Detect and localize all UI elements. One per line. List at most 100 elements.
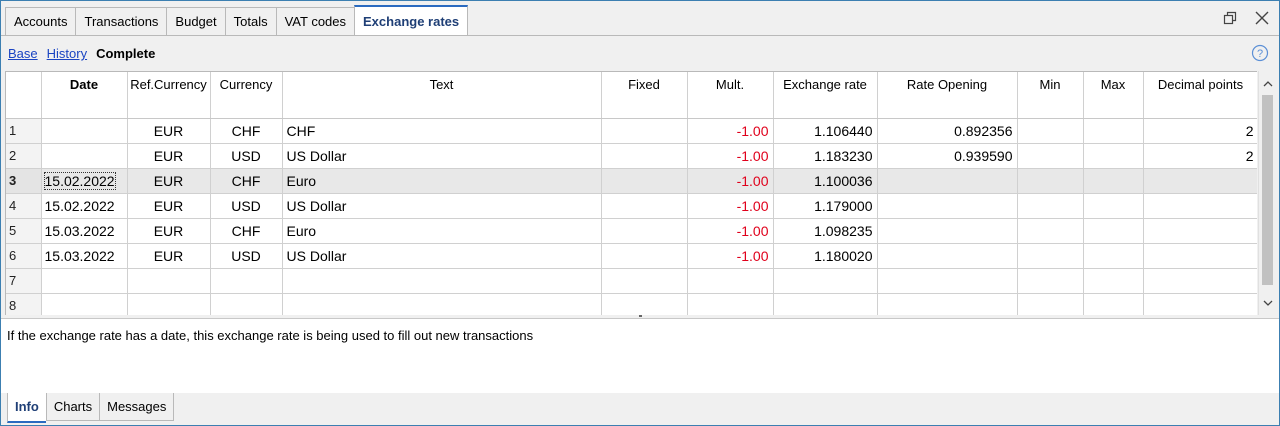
scroll-down-icon[interactable] — [1259, 294, 1276, 311]
column-header-fixed[interactable]: Fixed — [601, 72, 688, 119]
decimal-points-cell[interactable] — [1143, 293, 1257, 315]
question-circle-icon[interactable]: ? — [1251, 44, 1269, 62]
rate-opening-cell[interactable] — [877, 168, 1018, 194]
decimal-points-cell[interactable] — [1143, 218, 1257, 244]
column-header-date[interactable]: Date — [41, 72, 128, 119]
decimal-points-cell[interactable] — [1143, 268, 1257, 294]
splitter-handle[interactable] — [639, 315, 642, 317]
table-row[interactable]: 5 15.03.2022 EUR CHF Euro -1.00 1.098235 — [6, 218, 1257, 244]
fixed-cell[interactable] — [601, 293, 688, 315]
date-cell[interactable] — [41, 293, 128, 315]
text-cell[interactable] — [282, 268, 602, 294]
table-row[interactable]: 7 — [6, 268, 1257, 294]
column-header-max[interactable]: Max — [1083, 72, 1144, 119]
table-row[interactable]: 8 — [6, 293, 1257, 315]
view-base-link[interactable]: Base — [8, 46, 38, 61]
currency-cell[interactable] — [210, 293, 283, 315]
currency-cell[interactable]: USD — [210, 193, 283, 219]
date-cell[interactable]: 15.03.2022 — [41, 218, 128, 244]
decimal-points-cell[interactable]: 2 — [1143, 118, 1257, 144]
ref-currency-cell[interactable]: EUR — [127, 193, 211, 219]
column-header-min[interactable]: Min — [1017, 72, 1084, 119]
rate-opening-cell[interactable] — [877, 193, 1018, 219]
max-cell[interactable] — [1083, 243, 1144, 269]
max-cell[interactable] — [1083, 218, 1144, 244]
mult-cell[interactable]: -1.00 — [687, 218, 774, 244]
max-cell[interactable] — [1083, 193, 1144, 219]
currency-cell[interactable]: USD — [210, 243, 283, 269]
view-complete-current[interactable]: Complete — [96, 46, 155, 61]
scroll-up-icon[interactable] — [1259, 75, 1276, 92]
text-cell[interactable] — [282, 293, 602, 315]
min-cell[interactable] — [1017, 118, 1084, 144]
tab-vat-codes[interactable]: VAT codes — [275, 7, 355, 35]
rate-opening-cell[interactable] — [877, 268, 1018, 294]
table-row[interactable]: 1 EUR CHF CHF -1.00 1.106440 0.892356 2 — [6, 118, 1257, 144]
ref-currency-cell[interactable]: EUR — [127, 118, 211, 144]
mult-cell[interactable]: -1.00 — [687, 168, 774, 194]
min-cell[interactable] — [1017, 268, 1084, 294]
bottom-tab-charts[interactable]: Charts — [45, 393, 100, 421]
restore-icon[interactable] — [1221, 9, 1239, 27]
column-header-decimal-points[interactable]: Decimal points — [1143, 72, 1257, 119]
tab-totals[interactable]: Totals — [224, 7, 276, 35]
mult-cell[interactable]: -1.00 — [687, 243, 774, 269]
fixed-cell[interactable] — [601, 193, 688, 219]
exchange-rate-cell[interactable]: 1.100036 — [773, 168, 878, 194]
currency-cell[interactable]: CHF — [210, 168, 283, 194]
rate-opening-cell[interactable] — [877, 293, 1018, 315]
currency-cell[interactable] — [210, 268, 283, 294]
tab-budget[interactable]: Budget — [166, 7, 225, 35]
min-cell[interactable] — [1017, 293, 1084, 315]
min-cell[interactable] — [1017, 143, 1084, 169]
decimal-points-cell[interactable] — [1143, 168, 1257, 194]
ref-currency-cell[interactable]: EUR — [127, 218, 211, 244]
fixed-cell[interactable] — [601, 118, 688, 144]
tab-accounts[interactable]: Accounts — [5, 7, 76, 35]
exchange-rate-cell[interactable] — [773, 268, 878, 294]
mult-cell[interactable] — [687, 268, 774, 294]
column-header-currency[interactable]: Currency — [210, 72, 283, 119]
min-cell[interactable] — [1017, 243, 1084, 269]
table-row[interactable]: 4 15.02.2022 EUR USD US Dollar -1.00 1.179000 — [6, 193, 1257, 219]
fixed-cell[interactable] — [601, 143, 688, 169]
date-cell[interactable]: 15.02.2022 — [41, 193, 128, 219]
exchange-rate-cell[interactable]: 1.098235 — [773, 218, 878, 244]
currency-cell[interactable]: CHF — [210, 118, 283, 144]
mult-cell[interactable]: -1.00 — [687, 118, 774, 144]
text-cell[interactable]: Euro — [282, 168, 602, 194]
bottom-tab-info[interactable]: Info — [7, 393, 46, 423]
date-cell[interactable]: 15.03.2022 — [41, 243, 128, 269]
vertical-scrollbar[interactable] — [1258, 71, 1275, 315]
max-cell[interactable] — [1083, 268, 1144, 294]
table-row[interactable]: 6 15.03.2022 EUR USD US Dollar -1.00 1.180020 — [6, 243, 1257, 269]
min-cell[interactable] — [1017, 218, 1084, 244]
mult-cell[interactable]: -1.00 — [687, 143, 774, 169]
column-header-ref-currency[interactable]: Ref.Currency — [127, 72, 211, 119]
tab-transactions[interactable]: Transactions — [75, 7, 167, 35]
text-cell[interactable]: US Dollar — [282, 243, 602, 269]
ref-currency-cell[interactable]: EUR — [127, 143, 211, 169]
tab-exchange-rates[interactable]: Exchange rates — [354, 5, 469, 35]
column-header-exchange-rate[interactable]: Exchange rate — [773, 72, 878, 119]
exchange-rate-cell[interactable]: 1.179000 — [773, 193, 878, 219]
mult-cell[interactable]: -1.00 — [687, 193, 774, 219]
text-cell[interactable]: US Dollar — [282, 143, 602, 169]
max-cell[interactable] — [1083, 168, 1144, 194]
bottom-tab-messages[interactable]: Messages — [99, 393, 175, 421]
text-cell[interactable]: Euro — [282, 218, 602, 244]
exchange-rate-cell[interactable]: 1.106440 — [773, 118, 878, 144]
rate-opening-cell[interactable]: 0.892356 — [877, 118, 1018, 144]
table-row[interactable]: 3 15.02.2022 EUR CHF Euro -1.00 1.100036 — [6, 168, 1257, 194]
mult-cell[interactable] — [687, 293, 774, 315]
max-cell[interactable] — [1083, 293, 1144, 315]
exchange-rate-cell[interactable]: 1.180020 — [773, 243, 878, 269]
max-cell[interactable] — [1083, 143, 1144, 169]
fixed-cell[interactable] — [601, 218, 688, 244]
date-cell[interactable]: 15.02.2022 — [41, 168, 128, 194]
min-cell[interactable] — [1017, 193, 1084, 219]
column-header-rate-opening[interactable]: Rate Opening — [877, 72, 1018, 119]
exchange-rate-cell[interactable]: 1.183230 — [773, 143, 878, 169]
date-cell[interactable] — [41, 143, 128, 169]
column-header-text[interactable]: Text — [282, 72, 602, 119]
